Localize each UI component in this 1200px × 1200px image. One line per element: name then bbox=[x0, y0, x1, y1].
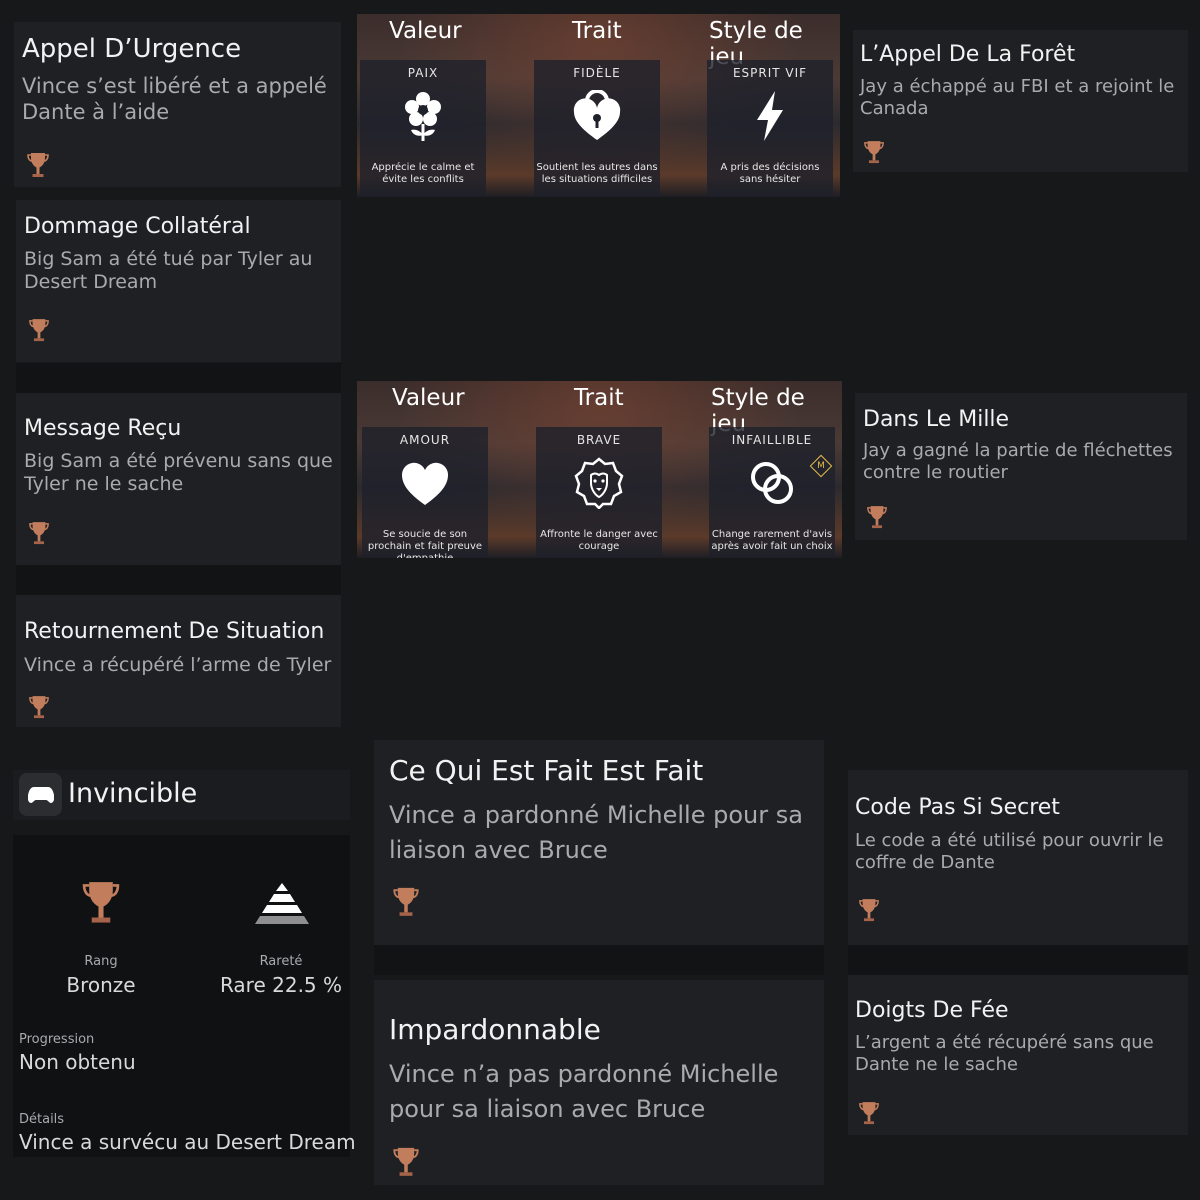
personality-caption: Se soucie de son prochain et fait preuve… bbox=[367, 529, 483, 558]
divider-band bbox=[374, 945, 824, 975]
trophy-description: Le code a été utilisé pour ouvrir le cof… bbox=[855, 830, 1164, 873]
divider-band bbox=[848, 945, 1188, 975]
personality-card[interactable]: ESPRIT VIF A pris des décisions sans hés… bbox=[707, 60, 833, 197]
rings-icon bbox=[751, 462, 793, 504]
bronze-trophy-icon bbox=[864, 141, 884, 164]
trophy-description: Vince a récupéré l’arme de Tyler bbox=[24, 654, 332, 676]
personality-caption: Change rarement d'avis après avoir fait … bbox=[711, 529, 833, 552]
rank-value: Bronze bbox=[66, 973, 136, 997]
personality-caption: Affronte le danger avec courage bbox=[540, 529, 658, 552]
personality-panel: Valeur Trait Style de jeu AMOUR Se souci… bbox=[357, 381, 842, 558]
trophy-title: Dans Le Mille bbox=[863, 407, 1010, 432]
trophy-card[interactable]: Code Pas Si Secret Le code a été utilisé… bbox=[848, 770, 1188, 945]
trophy-card[interactable]: Ce Qui Est Fait Est Fait Vince a pardonn… bbox=[374, 740, 824, 945]
trophy-card[interactable]: Dans Le Mille Jay a gagné la partie de f… bbox=[855, 393, 1187, 540]
panel-header-trait: Trait bbox=[574, 385, 624, 411]
rarity-value: Rare 22.5 % bbox=[219, 973, 343, 997]
rarity-label: Rareté bbox=[259, 954, 303, 969]
trophy-title: Message Reçu bbox=[24, 416, 182, 441]
trophy-card[interactable]: Dommage Collatéral Big Sam a été tué par… bbox=[16, 200, 341, 362]
trophy-title: Ce Qui Est Fait Est Fait bbox=[389, 754, 704, 787]
bronze-trophy-icon bbox=[859, 1102, 879, 1125]
lion-icon bbox=[574, 457, 624, 509]
panel-header-value: Valeur bbox=[392, 385, 465, 411]
flower-icon bbox=[405, 92, 441, 141]
bronze-trophy-icon bbox=[29, 522, 49, 545]
divider-band bbox=[16, 363, 341, 393]
trophy-card[interactable]: Message Reçu Big Sam a été prévenu sans … bbox=[16, 393, 341, 565]
bronze-trophy-icon bbox=[27, 153, 49, 177]
bronze-trophy-icon bbox=[29, 696, 49, 719]
personality-caption: Apprécie le calme et évite les conflits bbox=[371, 162, 475, 185]
personality-card[interactable]: FIDÈLE Soutient les autres dans les situ… bbox=[534, 60, 660, 197]
trophy-card[interactable]: Appel D’Urgence Vince s’est libéré et a … bbox=[14, 22, 341, 187]
invincible-header[interactable]: Invincible bbox=[13, 770, 350, 820]
trophy-description: Vince a pardonné Michelle pour sa liaiso… bbox=[389, 801, 803, 864]
progress-value: Non obtenu bbox=[19, 1050, 136, 1074]
personality-label: FIDÈLE bbox=[573, 66, 621, 80]
trophy-title: Retournement De Situation bbox=[24, 619, 325, 644]
trophy-title: Impardonnable bbox=[389, 1013, 601, 1046]
badge-m-label: M bbox=[817, 461, 825, 471]
lightning-icon bbox=[757, 91, 783, 141]
controller-icon-box bbox=[19, 773, 62, 816]
trophy-card[interactable]: Retournement De Situation Vince a récupé… bbox=[16, 595, 341, 727]
trophy-description: Vince n’a pas pardonné Michelle pour sa … bbox=[389, 1060, 779, 1123]
personality-label: PAIX bbox=[407, 66, 439, 80]
trophy-description: Jay a gagné la partie de fléchettes cont… bbox=[863, 440, 1173, 483]
bronze-trophy-icon bbox=[867, 506, 887, 529]
personality-card[interactable]: BRAVE Affronte le danger avec courage bbox=[536, 427, 662, 557]
trophy-description: Vince s’est libéré et a appelé Dante à l… bbox=[22, 74, 327, 124]
bronze-trophy-large-icon bbox=[82, 882, 120, 923]
trophy-title: Doigts De Fée bbox=[855, 998, 1009, 1023]
trophy-detail-panel: Rang Bronze Rareté Rare 22.5 % Progressi… bbox=[13, 835, 356, 1157]
trophy-title: L’Appel De La Forêt bbox=[860, 42, 1076, 67]
personality-label: ESPRIT VIF bbox=[732, 66, 808, 80]
panel-header-value: Valeur bbox=[389, 18, 462, 44]
trophy-description: Jay a échappé au FBI et a rejoint le Can… bbox=[860, 76, 1175, 119]
game-title: Invincible bbox=[68, 778, 198, 809]
personality-card[interactable]: INFAILLIBLE M Change rarement d'avis apr… bbox=[709, 427, 835, 557]
personality-caption: Soutient les autres dans les situations … bbox=[536, 162, 658, 185]
progress-label: Progression bbox=[19, 1032, 95, 1047]
heart-lock-icon bbox=[573, 90, 621, 140]
personality-caption: A pris des décisions sans hésiter bbox=[720, 162, 820, 185]
gamepad-icon bbox=[28, 787, 54, 803]
bronze-trophy-icon bbox=[393, 887, 419, 916]
personality-card[interactable]: PAIX Apprécie le calme et évite les conf… bbox=[360, 60, 486, 197]
personality-label: INFAILLIBLE bbox=[731, 433, 813, 447]
bronze-trophy-icon bbox=[29, 319, 49, 342]
trophy-description: Big Sam a été tué par Tyler au Desert Dr… bbox=[24, 248, 313, 294]
trophy-title: Appel D’Urgence bbox=[22, 34, 242, 64]
trophy-card[interactable]: L’Appel De La Forêt Jay a échappé au FBI… bbox=[853, 30, 1188, 172]
bronze-trophy-icon bbox=[859, 899, 879, 922]
trophy-title: Dommage Collatéral bbox=[24, 214, 251, 239]
trophy-card[interactable]: Impardonnable Vince n’a pas pardonné Mic… bbox=[374, 980, 824, 1185]
rank-label: Rang bbox=[84, 954, 118, 969]
personality-card[interactable]: AMOUR Se soucie de son prochain et fait … bbox=[362, 427, 488, 558]
bronze-trophy-icon bbox=[393, 1147, 419, 1176]
personality-panel: Valeur Trait Style de jeu PAIX Apprécie … bbox=[357, 14, 840, 197]
trophy-description: Big Sam a été prévenu sans que Tyler ne … bbox=[24, 450, 333, 496]
heart-icon bbox=[401, 462, 449, 505]
details-label: Détails bbox=[19, 1112, 65, 1127]
trophy-description: L’argent a été récupéré sans que Dante n… bbox=[855, 1032, 1154, 1075]
trophy-title: Code Pas Si Secret bbox=[855, 795, 1060, 820]
panel-header-trait: Trait bbox=[572, 18, 622, 44]
divider-band bbox=[16, 565, 341, 595]
details-value: Vince a survécu au Desert Dream bbox=[19, 1130, 356, 1154]
personality-label: AMOUR bbox=[399, 433, 451, 447]
rarity-pyramid-icon bbox=[255, 883, 309, 924]
personality-label: BRAVE bbox=[576, 433, 622, 447]
trophy-card[interactable]: Doigts De Fée L’argent a été récupéré sa… bbox=[848, 975, 1188, 1135]
